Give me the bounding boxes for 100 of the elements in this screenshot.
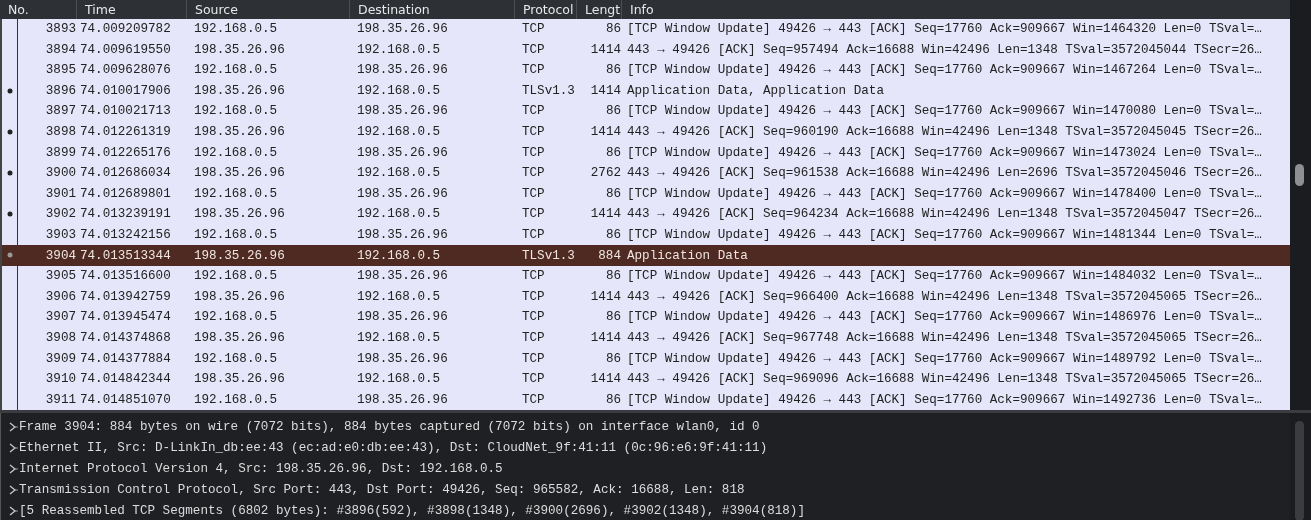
detail-tree-item[interactable]: Internet Protocol Version 4, Src: 198.35.26.96, Dst: 192.168.0.5 xyxy=(1,458,1290,479)
table-cell-text: 192.168.0.5 xyxy=(193,351,279,366)
column-header[interactable]: Source xyxy=(187,0,350,19)
detail-text: Ethernet II, Src: D-LinkIn_db:ee:43 (ec:ad:e0:db:ee:43), Dst: CloudNet_9f:41:11 (0c:96:e6:9f:41:11) xyxy=(19,440,768,455)
table-cell-text: 192.168.0.5 xyxy=(193,186,279,201)
table-cell-text: 74.014842344 xyxy=(80,372,172,387)
table-cell-text: 74.012261319 xyxy=(80,125,172,139)
table-cell-text: 192.168.0.5 xyxy=(356,166,442,181)
table-cell-text: 1414 xyxy=(589,330,622,345)
table-cell-text: 192.168.0.5 xyxy=(356,42,442,57)
table-cell-text: 192.168.0.5 xyxy=(193,227,279,242)
table-cell-text: 198.35.26.96 xyxy=(356,310,449,325)
table-cell-text: 86 xyxy=(604,392,622,407)
table-cell-text: 74.012689801 xyxy=(80,186,172,201)
table-cell-text: 74.013942759 xyxy=(80,289,172,304)
table-cell-text: 86 xyxy=(604,227,622,242)
table-cell-text: 443 → 49426 [ACK] Seq=966400 Ack=16688 Win=42496 Len=1348 TSval=3572045065 TSecr=26… xyxy=(626,289,1263,304)
chevron-icon[interactable] xyxy=(8,504,18,517)
table-cell-text: 198.35.26.96 xyxy=(193,42,286,57)
table-cell-text: 1414 xyxy=(589,42,622,57)
table-cell-text: 1414 xyxy=(589,207,622,222)
table-cell-text: 192.168.0.5 xyxy=(356,83,442,98)
table-cell-text: 192.168.0.5 xyxy=(193,22,279,36)
column-header[interactable]: No. xyxy=(0,0,77,19)
table-cell-text: TCP xyxy=(521,351,546,366)
table-cell-text: TCP xyxy=(521,227,546,242)
table-cell-text: 74.010021713 xyxy=(80,104,172,119)
table-cell-text: 74.009619550 xyxy=(80,42,172,57)
table-cell-text: 198.35.26.96 xyxy=(356,269,449,284)
column-header[interactable]: Info xyxy=(622,0,1290,19)
table-cell-text: 86 xyxy=(604,351,622,366)
chevron-icon[interactable] xyxy=(8,483,18,496)
table-cell-text: 192.168.0.5 xyxy=(193,310,279,325)
column-header[interactable]: Protocol xyxy=(515,0,577,19)
table-cell-text: 198.35.26.96 xyxy=(193,248,286,263)
table-cell-text: 86 xyxy=(604,310,622,325)
table-cell-text: 198.35.26.96 xyxy=(193,372,286,387)
table-cell-text: TLSv1.3 xyxy=(521,248,576,263)
table-cell-text: 198.35.26.96 xyxy=(356,63,449,78)
detail-tree-item[interactable]: Transmission Control Protocol, Src Port: 443, Dst Port: 49426, Seq: 965582, Ack: 16688, Len: 818 xyxy=(1,479,1290,500)
table-cell-text: 74.013239191 xyxy=(80,207,172,222)
table-cell-text: 198.35.26.96 xyxy=(356,145,449,160)
table-cell-text: 443 → 49426 [ACK] Seq=964234 Ack=16688 Win=42496 Len=1348 TSval=3572045047 TSecr=26… xyxy=(626,207,1263,222)
table-cell-text: TCP xyxy=(521,186,546,201)
table-cell-text: 74.013945474 xyxy=(80,310,172,325)
table-cell-text: TCP xyxy=(521,22,546,36)
table-cell-text: 1414 xyxy=(589,83,622,98)
table-cell-text: TLSv1.3 xyxy=(521,83,576,98)
table-cell-text: TCP xyxy=(521,42,546,57)
scrollbar[interactable] xyxy=(1290,413,1311,520)
table-cell-text: 3908 xyxy=(44,330,77,345)
table-cell-text: 192.168.0.5 xyxy=(193,145,279,160)
table-cell-text: TCP xyxy=(521,289,546,304)
table-cell-text: 198.35.26.96 xyxy=(193,207,286,222)
table-cell-text: [TCP Window Update] 49426 → 443 [ACK] Seq=17760 Ack=909667 Win=1467264 Len=0 TSval=… xyxy=(626,63,1263,78)
table-cell-text: [TCP Window Update] 49426 → 443 [ACK] Seq=17760 Ack=909667 Win=1464320 Len=0 TSval=… xyxy=(626,22,1263,36)
table-cell-text: 3896 xyxy=(44,83,77,98)
detail-tree-item[interactable]: [5 Reassembled TCP Segments (6802 bytes): #3896(592), #3898(1348), #3900(2696), #3902(1348), #3904(818)] xyxy=(1,500,1290,520)
table-cell-text: 192.168.0.5 xyxy=(193,104,279,119)
table-cell-text: 3898 xyxy=(44,125,77,139)
detail-tree-item[interactable]: Ethernet II, Src: D-LinkIn_db:ee:43 (ec:ad:e0:db:ee:43), Dst: CloudNet_9f:41:11 (0c:96:e6:9f:41:11) xyxy=(1,437,1290,458)
table-cell-text: 3907 xyxy=(44,310,77,325)
table-cell-text: 192.168.0.5 xyxy=(356,125,442,139)
table-cell-text: 86 xyxy=(604,104,622,119)
column-header[interactable]: Destination xyxy=(350,0,515,19)
packet-row[interactable]: 3904 74.013513344 198.35.26.96 192.168.0.5 TLSv1.3 884 Application Data xyxy=(2,245,1290,266)
table-cell-text: 86 xyxy=(604,22,622,36)
table-cell-text: 198.35.26.96 xyxy=(193,289,286,304)
table-cell-text: 3901 xyxy=(44,186,77,201)
table-cell-text: 86 xyxy=(604,63,622,78)
chevron-icon[interactable] xyxy=(8,441,18,454)
table-cell-text: 74.013513344 xyxy=(80,248,172,263)
table-cell-text: [TCP Window Update] 49426 → 443 [ACK] Seq=17760 Ack=909667 Win=1478400 Len=0 TSval=… xyxy=(626,186,1263,201)
table-cell-text: 192.168.0.5 xyxy=(193,63,279,78)
detail-text: Frame 3904: 884 bytes on wire (7072 bits), 884 bytes captured (7072 bits) on interface wlan0, id 0 xyxy=(19,419,760,434)
table-cell-text: 198.35.26.96 xyxy=(356,227,449,242)
table-cell-text: 1414 xyxy=(589,125,622,139)
column-header[interactable]: Lengt xyxy=(577,0,622,19)
table-cell-text: 192.168.0.5 xyxy=(356,207,442,222)
chevron-icon[interactable] xyxy=(8,462,18,475)
detail-tree-item[interactable]: Frame 3904: 884 bytes on wire (7072 bits), 884 bytes captured (7072 bits) on interface wlan0, id 0 xyxy=(1,416,1290,437)
table-cell-text: [TCP Window Update] 49426 → 443 [ACK] Seq=17760 Ack=909667 Win=1492736 Len=0 TSval=… xyxy=(626,392,1263,407)
table-cell-text: 198.35.26.96 xyxy=(193,83,286,98)
table-cell-text: [TCP Window Update] 49426 → 443 [ACK] Seq=17760 Ack=909667 Win=1489792 Len=0 TSval=… xyxy=(626,351,1263,366)
table-cell-text: 3911 xyxy=(44,392,77,407)
detail-text: Transmission Control Protocol, Src Port: 443, Dst Port: 49426, Seq: 965582, Ack: 16688, Len: 818 xyxy=(19,482,745,497)
table-cell-text: [TCP Window Update] 49426 → 443 [ACK] Seq=17760 Ack=909667 Win=1481344 Len=0 TSval=… xyxy=(626,227,1263,242)
table-cell-text: 192.168.0.5 xyxy=(193,269,279,284)
column-header[interactable]: Time xyxy=(77,0,187,19)
table-cell-text: 443 → 49426 [ACK] Seq=957494 Ack=16688 Win=42496 Len=1348 TSval=3572045044 TSecr=26… xyxy=(626,42,1263,57)
table-cell-text: 3895 xyxy=(44,63,77,78)
table-cell-text: 1414 xyxy=(589,289,622,304)
chevron-icon[interactable] xyxy=(8,420,18,433)
table-cell-text: 86 xyxy=(604,145,622,160)
table-cell-text: [TCP Window Update] 49426 → 443 [ACK] Seq=17760 Ack=909667 Win=1486976 Len=0 TSval=… xyxy=(626,310,1263,325)
table-cell-text: [TCP Window Update] 49426 → 443 [ACK] Seq=17760 Ack=909667 Win=1470080 Len=0 TSval=… xyxy=(626,104,1263,119)
table-cell-text: 74.014374868 xyxy=(80,330,172,345)
table-cell-text: 443 → 49426 [ACK] Seq=967748 Ack=16688 Win=42496 Len=1348 TSval=3572045065 TSecr=26… xyxy=(626,330,1263,345)
table-cell-text: TCP xyxy=(521,392,546,407)
table-cell-text: 884 xyxy=(597,248,622,263)
